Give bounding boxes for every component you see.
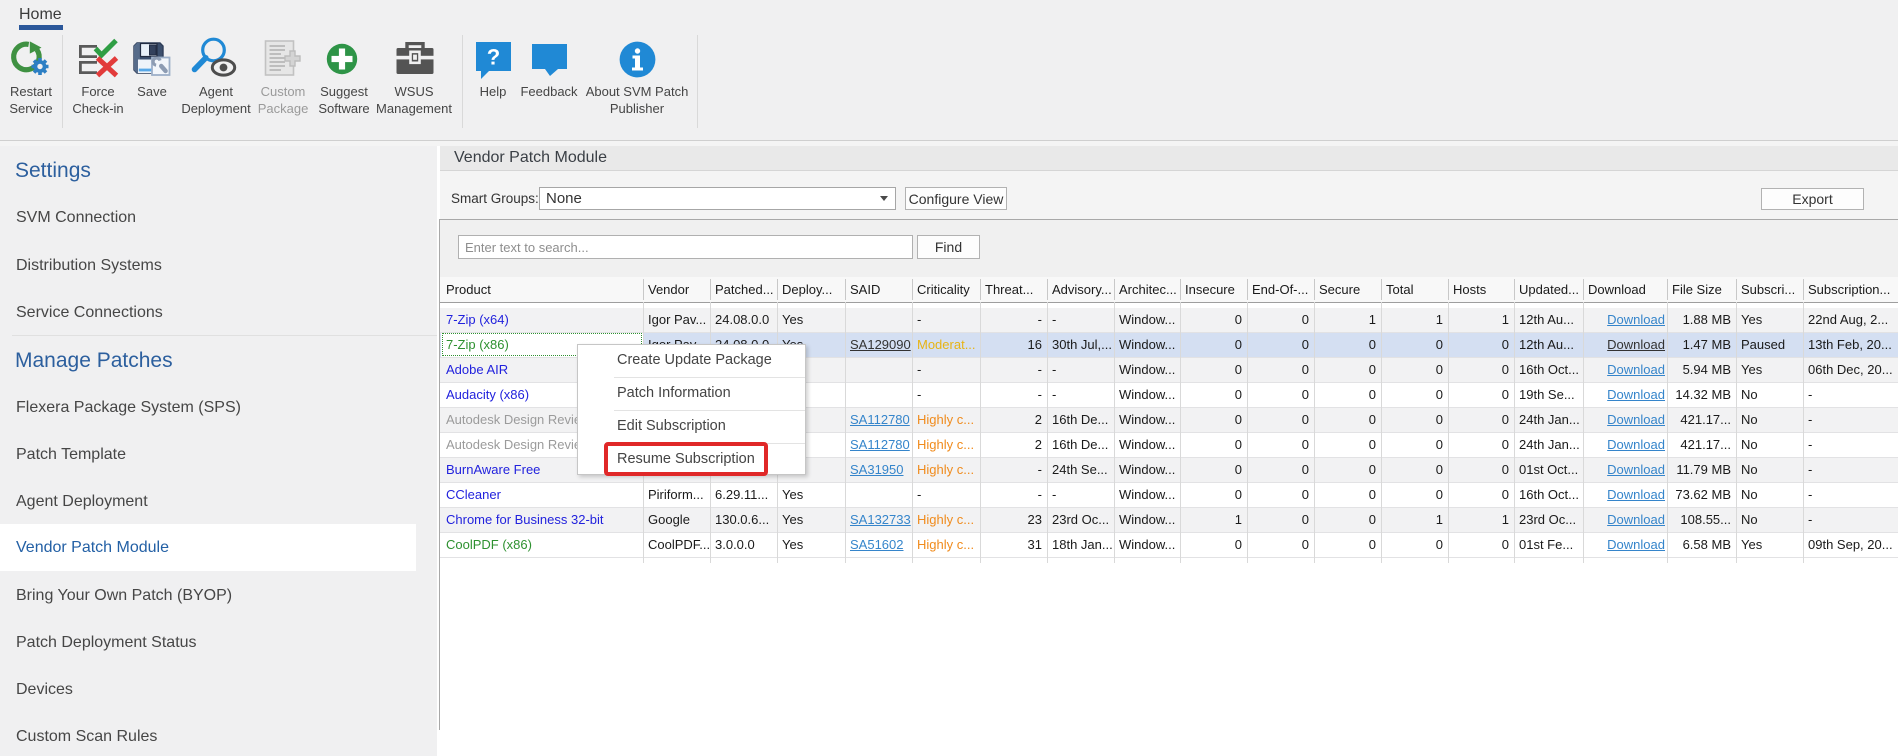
svg-text:?: ? — [487, 45, 500, 70]
